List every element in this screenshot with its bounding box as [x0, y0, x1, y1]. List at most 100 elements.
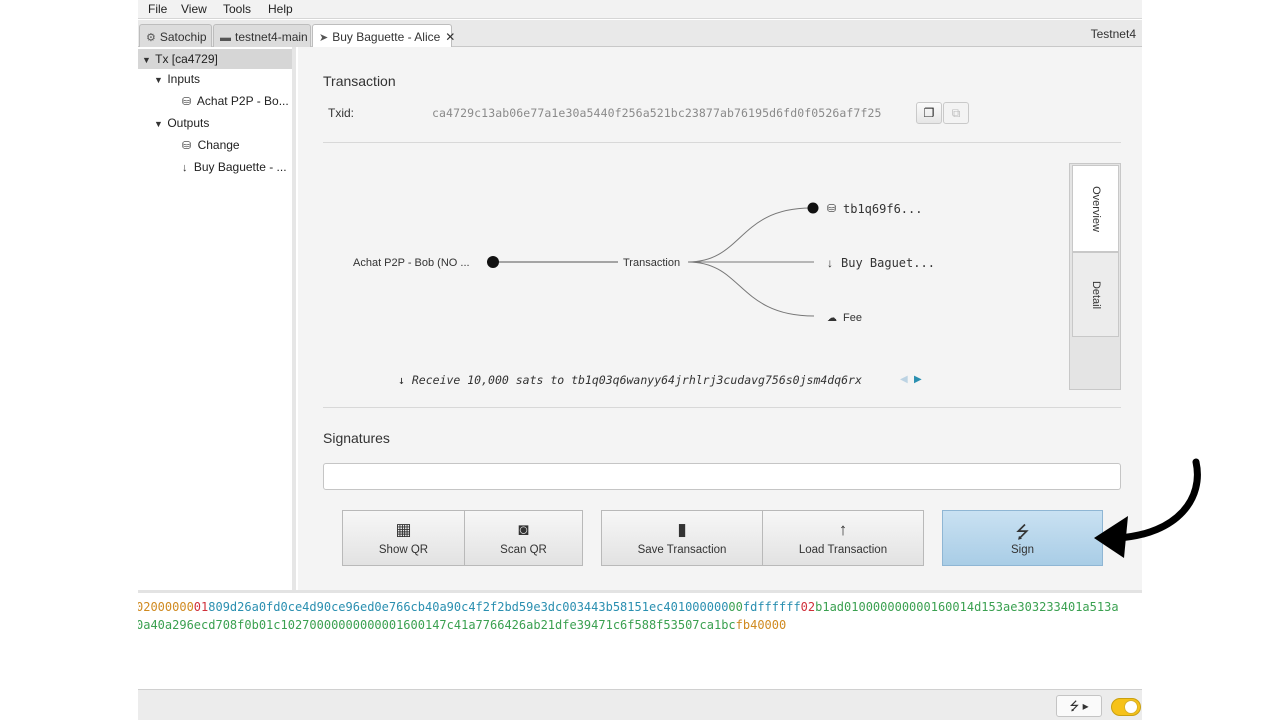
- copy-icon: ❐: [923, 106, 935, 120]
- diagram-output-1[interactable]: tb1q69f6...: [843, 202, 922, 216]
- satochip-icon: ⚙: [146, 32, 156, 44]
- hex-line-2: 0a40a296ecd708f0b01c10270000000000001600…: [138, 618, 786, 632]
- tab-detail[interactable]: Detail: [1072, 252, 1119, 337]
- fee-icon: ☁: [827, 313, 837, 324]
- server-toggle[interactable]: [1111, 698, 1141, 716]
- tree-item-inputs[interactable]: ▼ Inputs: [154, 72, 200, 92]
- coins-icon: ⛁: [182, 140, 192, 152]
- hex-segment: 02: [800, 600, 816, 614]
- tab-bar: ⚙ Satochip ▬ testnet4-main ➤ Buy Baguette -…: [138, 20, 1142, 48]
- receive-text: Receive 10,000 sats to tb1q03q6wanyy64jr…: [411, 373, 862, 387]
- copy-txid-button[interactable]: ❐: [916, 102, 942, 124]
- diagram-output-2[interactable]: Buy Baguet...: [841, 256, 935, 270]
- save-transaction-button[interactable]: ▮ Save Transaction: [601, 510, 763, 566]
- diagram-center-label: Transaction: [623, 257, 680, 269]
- save-transaction-label: Save Transaction: [637, 544, 727, 556]
- tab-satochip[interactable]: ⚙ Satochip: [139, 24, 212, 47]
- transaction-heading: Transaction: [323, 73, 396, 89]
- hex-segment: 809d26a0fd0ce4d90ce96ed0e766cb40a90c4f2f…: [208, 600, 671, 614]
- tab-buy-baguette[interactable]: ➤ Buy Baguette - Alice ✕: [312, 24, 455, 48]
- tab-testnet4-main[interactable]: ▬ testnet4-main: [213, 24, 311, 47]
- scan-qr-button[interactable]: ◙ Scan QR: [464, 510, 583, 566]
- hex-segment: 01000000: [670, 600, 729, 614]
- prev-arrow-icon[interactable]: ◀: [900, 374, 908, 385]
- load-transaction-label: Load Transaction: [798, 544, 888, 556]
- tree-item-payment[interactable]: ↓ Buy Baguette - ...: [182, 160, 287, 180]
- output-node-1[interactable]: [807, 202, 819, 214]
- camera-icon: ◙: [518, 520, 529, 539]
- hex-segment: 02000000: [138, 600, 194, 614]
- arrow-down-icon: ↓: [827, 256, 833, 270]
- tree-change-label: Change: [197, 138, 240, 152]
- tree-divider[interactable]: [292, 47, 296, 590]
- tree-inputs-label: Inputs: [167, 72, 201, 86]
- output-link-3: [687, 261, 815, 317]
- tree-outputs-label: Outputs: [167, 116, 210, 130]
- close-icon[interactable]: ✕: [445, 30, 455, 44]
- hex-segment: 01: [193, 600, 209, 614]
- next-arrow-icon[interactable]: ▶: [914, 374, 922, 385]
- qr-code-icon: ▦: [395, 520, 412, 539]
- tab-label: Satochip: [159, 30, 207, 44]
- status-bar: ⭍ ▸: [138, 689, 1142, 720]
- tree-item-tx[interactable]: ▼ Tx [ca4729]: [138, 49, 295, 69]
- open-explorer-button[interactable]: ⧉: [943, 102, 969, 124]
- coins-icon: ⛁: [827, 203, 836, 215]
- divider: [323, 407, 1121, 408]
- transaction-hex[interactable]: 0200000001809d26a0fd0ce4d90ce96ed0e766cb…: [138, 590, 1142, 690]
- tree-item-change[interactable]: ⛁ Change: [182, 138, 240, 158]
- wallet-icon: ▬: [220, 32, 231, 44]
- tab-overview-label: Overview: [1089, 185, 1102, 232]
- usb-icon: ⭍ ▸: [1069, 699, 1089, 713]
- txid-label: Txid:: [328, 106, 355, 120]
- hex-segment: 0a40a296ecd708f0b01c10270000000000001600…: [138, 618, 736, 632]
- annotation-arrow-icon: [1094, 458, 1201, 558]
- transaction-diagram: Achat P2P - Bob (NO ... Transaction ⛁ tb…: [353, 202, 935, 324]
- divider: [323, 142, 1121, 143]
- sign-button[interactable]: ⭍ Sign: [942, 510, 1103, 566]
- scan-qr-label: Scan QR: [500, 544, 547, 556]
- network-label: Testnet4: [1090, 27, 1136, 41]
- receive-summary: ↓ Receive 10,000 sats to tb1q03q6wanyy64…: [398, 373, 862, 387]
- menu-tools[interactable]: Tools: [223, 2, 251, 16]
- menu-view[interactable]: View: [181, 2, 207, 16]
- diagram-input-label[interactable]: Achat P2P - Bob (NO ...: [353, 257, 470, 269]
- toggle-knob: [1124, 700, 1138, 714]
- signatures-progress: [323, 463, 1121, 490]
- arrow-down-icon: ↓: [398, 373, 405, 387]
- signatures-heading: Signatures: [323, 430, 390, 446]
- side-tab-strip: Overview Detail: [1069, 163, 1121, 390]
- sparrow-app-window: File View Tools Help ⚙ Satochip ▬ testnet4…: [138, 0, 1142, 720]
- send-icon: ➤: [319, 32, 329, 44]
- usb-devices-button[interactable]: ⭍ ▸: [1056, 695, 1102, 717]
- tab-label: Buy Baguette - Alice: [332, 30, 441, 44]
- show-qr-button[interactable]: ▦ Show QR: [342, 510, 465, 566]
- usb-icon: ⭍: [1015, 523, 1030, 542]
- sd-card-icon: ▮: [677, 520, 687, 539]
- menu-bar: File View Tools Help: [138, 0, 1142, 19]
- arrow-up-icon: ↑: [838, 520, 848, 539]
- hex-segment: b1ad010000000000160014d153ae303233401a51…: [815, 600, 1119, 614]
- load-transaction-button[interactable]: ↑ Load Transaction: [762, 510, 924, 566]
- expand-triangle-icon[interactable]: ▼: [154, 75, 164, 85]
- tab-overview[interactable]: Overview: [1072, 165, 1119, 252]
- menu-help[interactable]: Help: [268, 2, 293, 16]
- tree-input-label: Achat P2P - Bo...: [196, 94, 289, 108]
- input-node[interactable]: [487, 256, 499, 268]
- show-qr-label: Show QR: [378, 544, 429, 556]
- diagram-output-fee[interactable]: Fee: [843, 312, 862, 324]
- txid-value[interactable]: ca4729c13ab06e77a1e30a5440f256a521bc2387…: [432, 106, 882, 120]
- external-link-icon: ⧉: [951, 106, 961, 120]
- tab-detail-label: Detail: [1089, 280, 1102, 309]
- tree-tx-label: Tx [ca4729]: [155, 52, 218, 66]
- tree-item-outputs[interactable]: ▼ Outputs: [154, 116, 209, 136]
- transaction-panel: Transaction Txid: ca4729c13ab06e77a1e30a…: [298, 47, 1142, 590]
- tree-item-input[interactable]: ⛁ Achat P2P - Bo...: [182, 94, 289, 114]
- tree-payment-label: Buy Baguette - ...: [193, 160, 287, 174]
- expand-triangle-icon[interactable]: ▼: [142, 55, 152, 65]
- menu-file[interactable]: File: [148, 2, 167, 16]
- coins-icon: ⛁: [182, 96, 192, 108]
- tab-label: testnet4-main: [235, 30, 308, 44]
- hex-segment: 00: [728, 600, 743, 614]
- expand-triangle-icon[interactable]: ▼: [154, 119, 164, 129]
